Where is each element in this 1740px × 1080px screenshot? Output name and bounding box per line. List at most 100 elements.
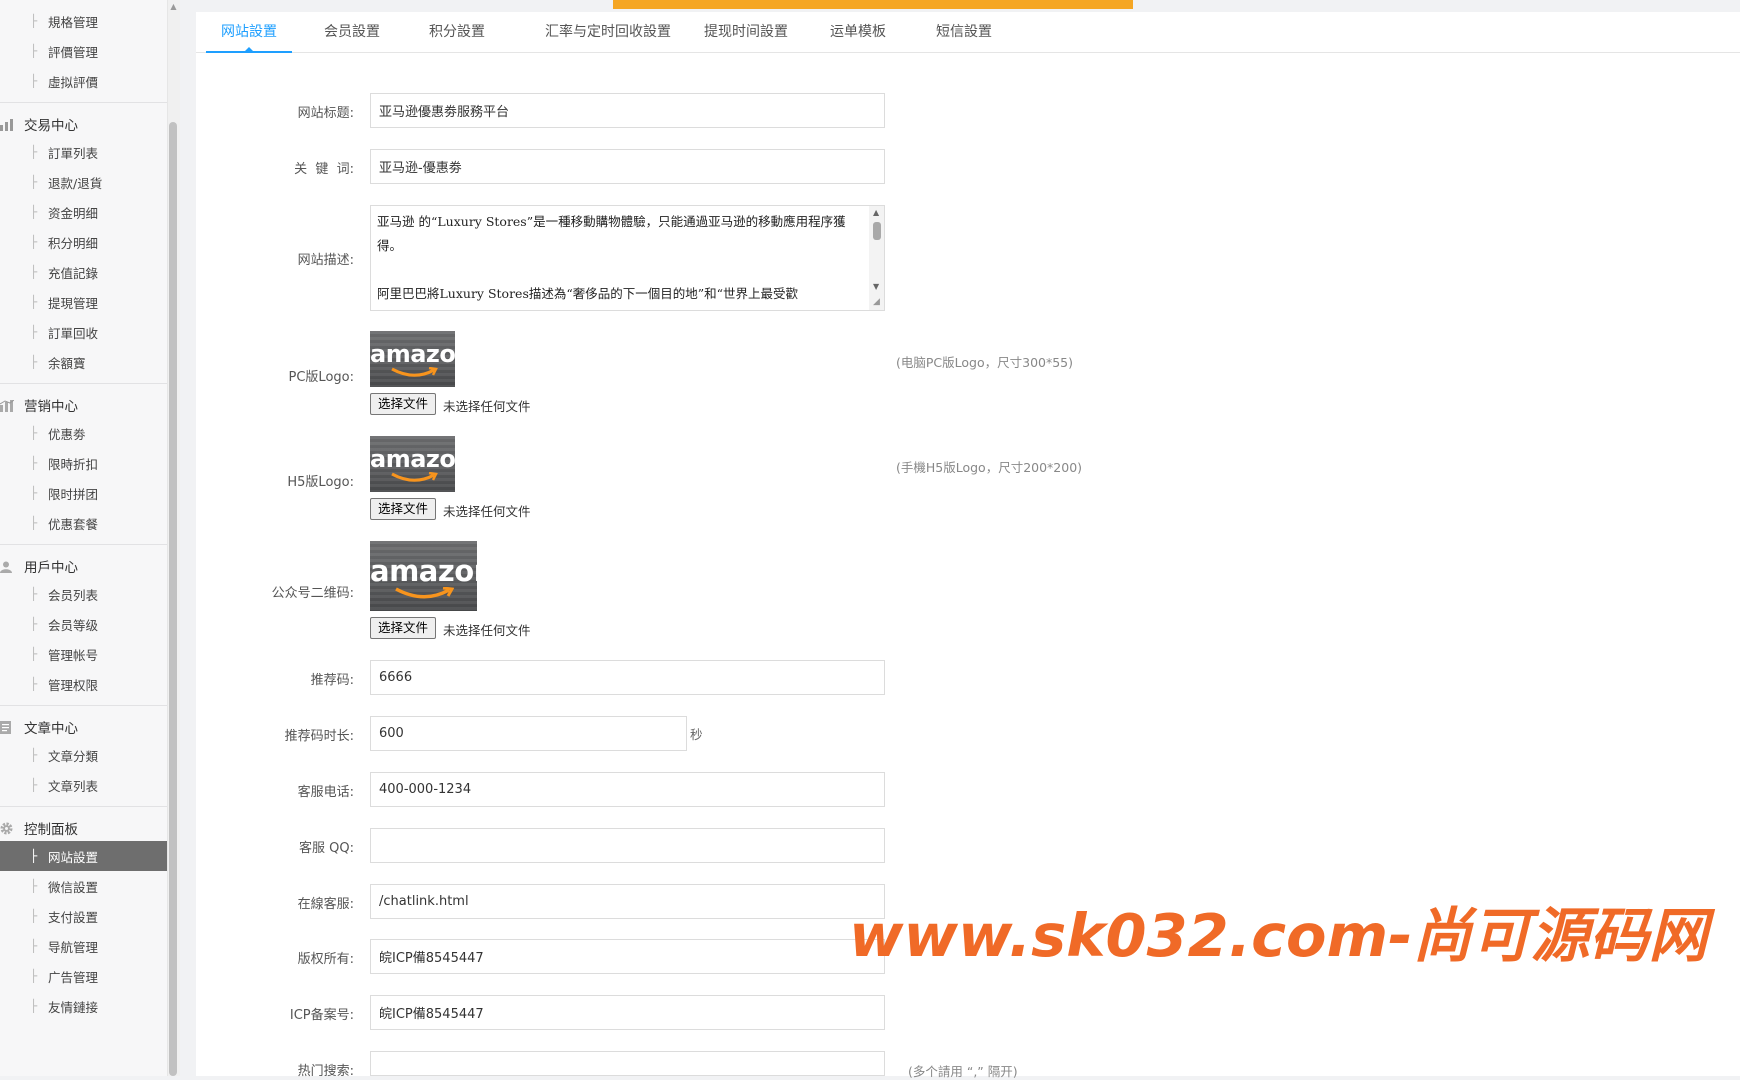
tree-line-icon: ├: [30, 909, 38, 923]
sidebar-item-site-settings[interactable]: ├ 网站設置: [0, 841, 167, 871]
tree-line-icon: ├: [30, 325, 38, 339]
sidebar-item-funds[interactable]: ├ 资金明细: [0, 197, 167, 227]
hot-search-input[interactable]: [370, 1051, 885, 1076]
h5-logo-label: H5版Logo:: [287, 475, 354, 490]
tab-exchange-rate-settings[interactable]: 汇率与定时回收設置: [533, 12, 683, 52]
amazon-smile-icon: [391, 367, 438, 377]
sidebar-item-ads[interactable]: ├ 广告管理: [0, 961, 167, 991]
tree-line-icon: ├: [30, 939, 38, 953]
sidebar-divider: [0, 705, 167, 706]
tree-line-icon: ├: [30, 175, 38, 189]
tree-line-icon: ├: [30, 205, 38, 219]
sidebar-item-article-list[interactable]: ├ 文章列表: [0, 770, 167, 800]
h5-logo-file-status: 未选择任何文件: [443, 504, 531, 519]
tab-withdraw-time-settings[interactable]: 提现时间設置: [696, 12, 796, 52]
sidebar-item-orders[interactable]: ├ 訂單列表: [0, 137, 167, 167]
sidebar-group-marketing[interactable]: 营销中心: [0, 392, 167, 418]
qq-input[interactable]: [370, 828, 885, 863]
tree-line-icon: ├: [30, 44, 38, 58]
bar-chart-icon: [0, 399, 15, 412]
phone-input[interactable]: [370, 772, 885, 807]
sidebar-item-flash-discount[interactable]: ├ 限時折扣: [0, 448, 167, 478]
qrcode-file-button[interactable]: 选择文件: [370, 617, 437, 639]
sidebar-item-wechat-settings[interactable]: ├ 微信設置: [0, 871, 167, 901]
sidebar-item-withdraw[interactable]: ├ 提現管理: [0, 287, 167, 317]
sidebar-item-bundles[interactable]: ├ 优惠套餐: [0, 508, 167, 538]
tree-line-icon: ├: [30, 849, 38, 863]
sidebar-item-label: 虛拟評價: [48, 74, 99, 90]
copyright-input[interactable]: [370, 939, 885, 974]
tree-line-icon: ├: [30, 456, 38, 470]
sidebar-item-points[interactable]: ├ 积分明细: [0, 227, 167, 257]
sidebar-item-label: 規格管理: [48, 14, 99, 30]
sidebar-item-admin-accounts[interactable]: ├ 管理帐号: [0, 639, 167, 669]
tab-sms-settings[interactable]: 短信設置: [914, 12, 1014, 52]
pc-logo-file-button[interactable]: 选择文件: [370, 393, 437, 415]
sidebar-group-title: 用戶中心: [24, 560, 78, 576]
sidebar-item-label: 管理帐号: [48, 647, 99, 663]
tree-line-icon: ├: [30, 778, 38, 792]
sidebar-group-articles[interactable]: 文章中心: [0, 714, 167, 740]
sidebar-item-member-list[interactable]: ├ 会员列表: [0, 579, 167, 609]
sidebar-item-group-buy[interactable]: ├ 限时拼团: [0, 478, 167, 508]
sidebar-item-label: 导航管理: [48, 939, 99, 955]
tree-line-icon: ├: [30, 516, 38, 530]
sidebar-item-order-recycle[interactable]: ├ 訂單回收: [0, 317, 167, 347]
sidebar-item-reviews[interactable]: ├ 評價管理: [0, 36, 167, 66]
description-textarea[interactable]: 亚马逊 的“Luxury Stores”是一種移動購物體驗，只能通過亚马逊的移動…: [370, 205, 885, 311]
sidebar-group-trade[interactable]: 交易中心: [0, 111, 167, 137]
sidebar-item-coupons[interactable]: ├ 优惠劵: [0, 418, 167, 448]
sidebar-item-nav-management[interactable]: ├ 导航管理: [0, 931, 167, 961]
tree-line-icon: ├: [30, 969, 38, 983]
copyright-label: 版权所有:: [297, 952, 354, 967]
sidebar-item-label: 友情鏈接: [48, 999, 99, 1015]
icp-label: ICP备案号:: [289, 1008, 354, 1023]
qrcode-label: 公众号二维码:: [271, 586, 354, 601]
sidebar: ├ 規格管理 ├ 評價管理 ├ 虛拟評價 交易中心 ├ 訂單列表 ├ 退款/退貨 ├ 资金明…: [0, 0, 167, 1076]
settings-tabs: 网站設置 会员設置 积分設置 汇率与定时回收設置 提现时间設置 运单模板 短信設…: [196, 12, 1740, 53]
ref-code-label: 推荐码:: [310, 673, 354, 688]
scroll-up-arrow-icon[interactable]: ▲: [873, 208, 879, 217]
sidebar-item-label: 訂單列表: [48, 145, 99, 161]
online-service-label: 在線客服:: [297, 897, 354, 912]
sidebar-item-member-level[interactable]: ├ 会员等级: [0, 609, 167, 639]
icp-input[interactable]: [370, 995, 885, 1030]
tree-line-icon: ├: [30, 355, 38, 369]
sidebar-item-label: 优惠套餐: [48, 516, 99, 532]
description-label: 网站描述:: [297, 253, 354, 268]
ref-duration-input[interactable]: [370, 716, 687, 751]
qrcode-image: amazon: [370, 541, 477, 611]
tab-member-settings[interactable]: 会员設置: [306, 12, 398, 52]
sidebar-divider: [0, 806, 167, 807]
tab-waybill-template[interactable]: 运单模板: [808, 12, 908, 52]
ref-code-input[interactable]: [370, 660, 885, 695]
sidebar-item-spec[interactable]: ├ 規格管理: [0, 6, 167, 36]
sidebar-item-article-categories[interactable]: ├ 文章分類: [0, 740, 167, 770]
tab-points-settings[interactable]: 积分設置: [411, 12, 503, 52]
site-title-input[interactable]: [370, 93, 885, 128]
sidebar-item-virtual-reviews[interactable]: ├ 虛拟評價: [0, 66, 167, 96]
sidebar-item-balance[interactable]: ├ 余額寶: [0, 347, 167, 377]
sidebar-divider: [0, 544, 167, 545]
scroll-up-arrow-icon[interactable]: ▲: [168, 0, 179, 14]
h5-logo-file-button[interactable]: 选择文件: [370, 498, 437, 520]
sidebar-item-friend-links[interactable]: ├ 友情鏈接: [0, 991, 167, 1021]
sidebar-group-users[interactable]: 用戶中心: [0, 553, 167, 579]
sidebar-divider: [0, 383, 167, 384]
sidebar-item-payment-settings[interactable]: ├ 支付設置: [0, 901, 167, 931]
pc-logo-hint: (电脑PC版Logo，尺寸300*55): [896, 355, 1074, 370]
logo-wordmark: amazon: [370, 445, 455, 473]
description-scrollbar-thumb[interactable]: [873, 222, 881, 240]
sidebar-group-control-panel[interactable]: 控制面板: [0, 815, 167, 841]
sidebar-item-permissions[interactable]: ├ 管理权限: [0, 669, 167, 699]
online-service-input[interactable]: [370, 884, 885, 919]
sidebar-item-refunds[interactable]: ├ 退款/退貨: [0, 167, 167, 197]
scroll-down-arrow-icon[interactable]: ▼: [873, 282, 879, 291]
sidebar-item-label: 充值記錄: [48, 265, 99, 281]
resize-handle-icon[interactable]: ◢: [873, 297, 880, 307]
tab-site-settings[interactable]: 网站設置: [206, 12, 292, 53]
keywords-input[interactable]: [370, 149, 885, 184]
sidebar-item-recharge[interactable]: ├ 充值記錄: [0, 257, 167, 287]
gear-icon: [0, 822, 15, 835]
sidebar-item-label: 余額寶: [48, 355, 86, 371]
